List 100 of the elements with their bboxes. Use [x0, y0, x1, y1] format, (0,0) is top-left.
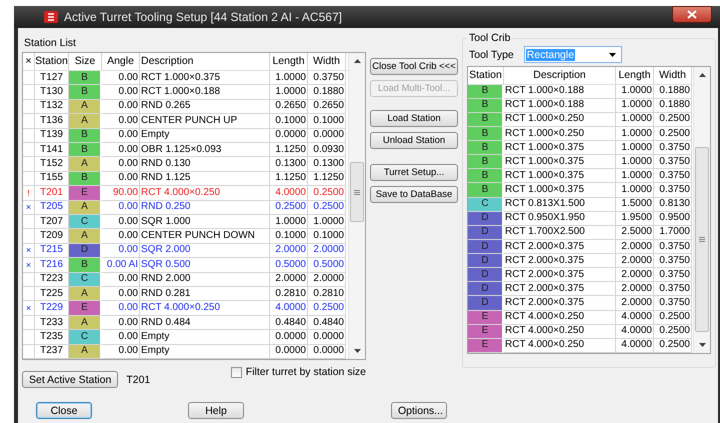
side-button[interactable]: Load Station [370, 110, 458, 127]
width-cell: 0.3750 [654, 282, 692, 296]
filter-checkbox[interactable] [230, 366, 242, 378]
column-header[interactable]: × [23, 53, 35, 70]
angle-cell: 0.00 [102, 286, 140, 302]
scroll-down-icon[interactable] [354, 349, 360, 353]
length-cell: 1.5000 [616, 198, 654, 212]
column-header[interactable]: Station [35, 53, 69, 70]
width-cell: 0.3750 [654, 169, 692, 184]
size-cell: E [468, 310, 504, 325]
length-cell: 1.0000 [270, 214, 308, 230]
scrollbar[interactable] [348, 53, 365, 359]
width-cell: 0.3750 [308, 70, 346, 86]
column-header[interactable]: Angle [102, 53, 140, 70]
column-header[interactable]: Width [308, 53, 346, 70]
column-header[interactable]: Description [504, 67, 616, 84]
description-cell: RCT 4.000×0.250 [140, 186, 270, 201]
length-cell: 2.0000 [616, 296, 654, 311]
length-cell: 0.1000 [270, 114, 308, 129]
active-station-value: T201 [126, 374, 150, 386]
size-cell: E [69, 301, 102, 316]
description-cell: RCT 1.000×0.375 [504, 141, 616, 156]
width-cell: 0.3750 [654, 141, 692, 156]
length-cell: 2.5000 [616, 226, 654, 240]
column-header[interactable]: Width [654, 67, 692, 84]
width-cell: 0.2500 [654, 324, 692, 339]
column-header[interactable]: Description [140, 53, 270, 70]
column-header[interactable]: Length [616, 67, 654, 84]
size-cell: A [69, 286, 102, 302]
size-cell: D [468, 240, 504, 254]
marker-cell: × [23, 258, 35, 273]
width-cell: 0.0000 [308, 344, 346, 360]
width-cell: 0.0000 [308, 330, 346, 345]
width-cell: 0.2500 [654, 126, 692, 142]
size-cell: B [468, 112, 504, 127]
description-cell: RCT 1.000×0.375 [504, 155, 616, 170]
dialog-button[interactable]: Options... [391, 402, 447, 419]
size-cell: B [468, 169, 504, 184]
width-cell: 0.1000 [308, 229, 346, 244]
filter-checkbox-label[interactable]: Filter turret by station size [246, 366, 366, 378]
size-cell: B [69, 85, 102, 100]
description-cell: RCT 4.000×0.250 [140, 301, 270, 316]
description-cell: RCT 0.950X1.950 [504, 212, 616, 226]
dialog-button[interactable]: Help [188, 402, 244, 419]
length-cell: 4.0000 [270, 186, 308, 201]
side-button[interactable]: Turret Setup... [370, 164, 458, 181]
width-cell: 0.1880 [654, 84, 692, 99]
width-cell: 1.1250 [308, 172, 346, 186]
width-cell: 0.2500 [308, 301, 346, 316]
scroll-up-icon[interactable] [354, 59, 360, 63]
close-window-button[interactable] [672, 6, 712, 23]
scrollbar[interactable] [693, 67, 710, 353]
description-cell: RCT 4.000×0.250 [504, 338, 616, 353]
size-cell: D [468, 282, 504, 296]
width-cell: 0.3750 [654, 268, 692, 282]
side-button[interactable]: Close Tool Crib <<< [370, 58, 458, 75]
width-cell: 0.2500 [654, 310, 692, 325]
length-cell: 0.1000 [270, 229, 308, 244]
tool-crib-label: Tool Crib [468, 32, 512, 44]
scroll-thumb[interactable] [350, 162, 364, 222]
column-header[interactable]: Station [468, 67, 504, 84]
size-cell: B [468, 98, 504, 113]
set-active-station-button[interactable]: Set Active Station [22, 371, 118, 388]
description-cell: RCT 2.000×0.375 [504, 282, 616, 296]
length-cell: 0.2500 [270, 200, 308, 215]
width-cell: 0.4840 [308, 316, 346, 330]
scroll-thumb[interactable] [695, 146, 709, 332]
scroll-down-icon[interactable] [698, 343, 706, 347]
side-button[interactable]: Unload Station [370, 132, 458, 149]
column-header[interactable]: Size [69, 53, 102, 70]
dialog-button[interactable]: Close [36, 402, 92, 419]
description-cell: CENTER PUNCH DOWN [140, 229, 270, 244]
width-cell: 0.2500 [308, 186, 346, 201]
angle-cell: 0.00 [102, 172, 140, 186]
scroll-up-icon[interactable] [698, 73, 706, 77]
length-cell: 1.0000 [616, 112, 654, 127]
side-button[interactable]: Save to DataBase [370, 186, 458, 203]
length-cell: 1.1250 [270, 172, 308, 186]
length-cell: 1.9500 [616, 212, 654, 226]
column-header[interactable]: Length [270, 53, 308, 70]
length-cell: 1.0000 [616, 84, 654, 99]
length-cell: 4.0000 [616, 338, 654, 353]
width-cell: 2.0000 [308, 272, 346, 287]
angle-cell: 0.00 [102, 70, 140, 86]
angle-cell: 0.00 [102, 85, 140, 100]
length-cell: 4.0000 [270, 301, 308, 316]
width-cell: 0.9500 [654, 212, 692, 226]
length-cell: 1.0000 [616, 155, 654, 170]
window-title: Active Turret Tooling Setup [44 Station 2 AI - AC567] [64, 10, 343, 24]
description-cell: RCT 4.000×0.250 [504, 310, 616, 325]
size-cell: B [468, 84, 504, 99]
description-cell: CENTER PUNCH UP [140, 114, 270, 129]
angle-cell: 90.00 [102, 186, 140, 201]
description-cell: OBR 1.125×0.093 [140, 142, 270, 158]
description-cell: RCT 1.000×0.375 [140, 70, 270, 86]
size-cell: E [468, 338, 504, 353]
length-cell: 0.2810 [270, 286, 308, 302]
angle-cell: 0.00 AI [102, 258, 140, 273]
width-cell: 2.0000 [308, 244, 346, 258]
length-cell: 2.0000 [616, 254, 654, 268]
